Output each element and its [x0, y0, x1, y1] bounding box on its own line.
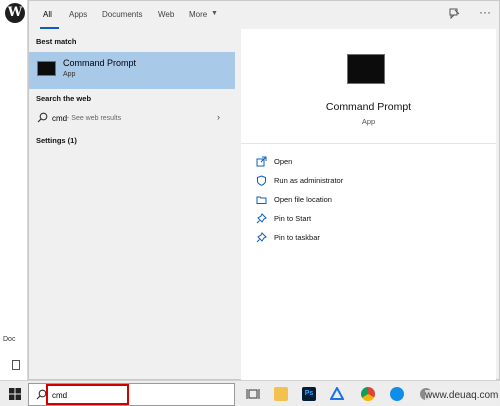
- chevron-right-icon[interactable]: ›: [217, 112, 220, 122]
- chrome-icon[interactable]: [361, 387, 375, 401]
- tab-all[interactable]: All: [43, 10, 52, 19]
- command-prompt-large-icon: [347, 54, 385, 84]
- action-pin-to-start-label: Pin to Start: [274, 214, 312, 223]
- action-open-label: Open: [274, 157, 293, 166]
- web-heading: Search the web: [36, 94, 92, 103]
- action-pin-to-taskbar-label: Pin to taskbar: [274, 233, 320, 242]
- action-run-as-admin-label: Run as administrator: [274, 176, 344, 185]
- pin-icon: [256, 213, 267, 224]
- detail-divider: [241, 143, 496, 144]
- action-pin-to-taskbar[interactable]: Pin to taskbar: [241, 229, 496, 247]
- detail-title: Command Prompt: [325, 101, 412, 113]
- file-explorer-icon[interactable]: [274, 387, 288, 401]
- action-pin-to-start[interactable]: Pin to Start: [241, 210, 496, 228]
- chevron-down-icon[interactable]: ▼: [211, 10, 218, 17]
- web-result-item[interactable]: cmd - See web results ›: [29, 108, 235, 130]
- teamviewer-icon[interactable]: [390, 387, 404, 401]
- background-app: W Doc: [0, 0, 28, 380]
- task-view-icon[interactable]: [246, 387, 260, 401]
- search-input[interactable]: [52, 388, 152, 402]
- web-result-hint: - See web results: [67, 115, 122, 122]
- best-match-heading: Best match: [36, 37, 77, 46]
- taskbar-search-box[interactable]: [28, 383, 235, 406]
- search-icon: [37, 112, 48, 125]
- tab-web[interactable]: Web: [158, 10, 174, 19]
- tab-apps[interactable]: Apps: [69, 10, 87, 19]
- action-open[interactable]: Open: [241, 153, 496, 171]
- detail-pane: Command Prompt App Open Run as administr…: [241, 29, 496, 381]
- tab-bar: All Apps Documents Web More ▼ ···: [29, 1, 500, 29]
- best-match-item[interactable]: Command Prompt App: [29, 52, 235, 89]
- results-list: Best match Command Prompt App Search the…: [29, 29, 235, 381]
- best-match-subtitle: App: [63, 71, 76, 78]
- folder-icon: [256, 194, 267, 205]
- tab-more[interactable]: More: [189, 10, 207, 19]
- open-icon: [256, 156, 267, 167]
- web-result-query: cmd: [52, 114, 68, 123]
- action-open-file-location-label: Open file location: [274, 195, 332, 204]
- settings-heading[interactable]: Settings (1): [36, 136, 77, 145]
- detail-subtitle: App: [361, 117, 376, 126]
- action-run-as-admin[interactable]: Run as administrator: [241, 172, 496, 190]
- more-options-icon[interactable]: ···: [479, 5, 491, 19]
- wordpress-logo-icon: W: [5, 3, 25, 23]
- tab-documents[interactable]: Documents: [102, 10, 142, 19]
- app-icon[interactable]: [329, 385, 345, 401]
- best-match-title: Command Prompt: [63, 58, 137, 68]
- feedback-icon[interactable]: [449, 8, 460, 22]
- photoshop-icon[interactable]: Ps: [302, 387, 316, 401]
- action-open-file-location[interactable]: Open file location: [241, 191, 496, 209]
- pin-icon: [256, 232, 267, 243]
- search-panel: All Apps Documents Web More ▼ ··· Best m…: [28, 0, 500, 381]
- shield-icon: [256, 175, 267, 186]
- document-icon: [12, 360, 20, 370]
- background-doc-label: Doc: [3, 336, 16, 343]
- command-prompt-icon: [37, 61, 56, 76]
- windows-start-icon[interactable]: [8, 387, 22, 401]
- search-icon: [36, 389, 47, 402]
- watermark: www.deuaq.com: [425, 390, 499, 401]
